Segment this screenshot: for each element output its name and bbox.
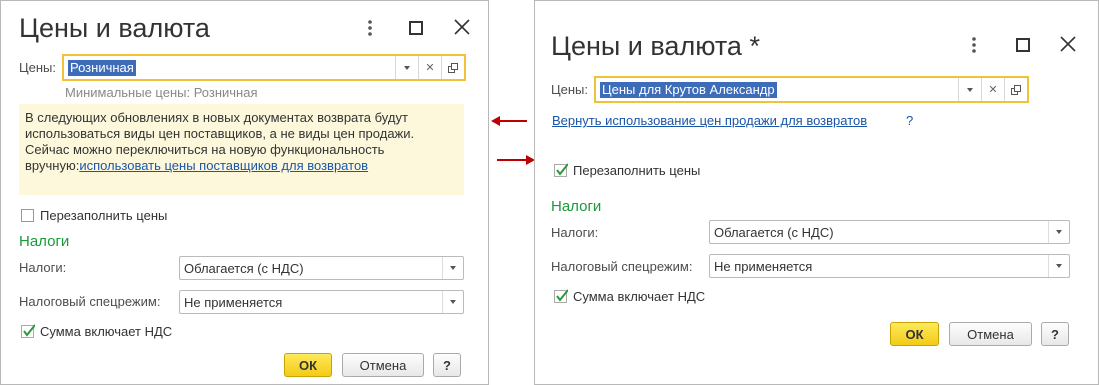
red-arrow-icon	[497, 155, 535, 165]
close-icon[interactable]	[1057, 33, 1079, 55]
dialog-title: Цены и валюта *	[551, 31, 760, 61]
dialog-prices-currency-before: Цены и валюта Цены: Розничная ✕ Минималь…	[0, 0, 489, 385]
chevron-down-icon[interactable]	[442, 291, 463, 313]
open-form-icon[interactable]	[1004, 78, 1027, 101]
checkmark-icon	[556, 163, 568, 176]
chevron-down-icon[interactable]	[442, 257, 463, 279]
taxes-section-title: Налоги	[19, 233, 70, 250]
tax-regime-label: Налоговый спецрежим:	[551, 259, 693, 274]
tax-regime-select[interactable]: Не применяется	[709, 254, 1070, 278]
more-vertical-icon[interactable]	[963, 34, 985, 56]
checkbox-box[interactable]	[554, 163, 568, 177]
checkmark-icon	[23, 324, 35, 337]
tax-regime-value: Не применяется	[184, 294, 283, 310]
chevron-down-icon[interactable]	[395, 56, 418, 79]
taxes-select[interactable]: Облагается (с НДС)	[179, 256, 464, 280]
refill-prices-checkbox[interactable]: Перезаполнить цены	[21, 208, 167, 223]
open-form-icon[interactable]	[441, 56, 464, 79]
cancel-button[interactable]: Отмена	[949, 322, 1032, 346]
tax-regime-label: Налоговый спецрежим:	[19, 294, 161, 309]
use-supplier-prices-link[interactable]: использовать цены поставщиков для возвра…	[79, 158, 368, 173]
prices-field[interactable]: Цены для Крутов Александр ✕	[594, 76, 1029, 103]
prices-label: Цены:	[551, 82, 588, 97]
red-arrow-icon	[491, 116, 527, 126]
checkbox-box[interactable]	[554, 289, 568, 303]
taxes-value: Облагается (с НДС)	[714, 224, 834, 240]
return-help-link[interactable]: ?	[906, 113, 913, 128]
prices-value[interactable]: Цены для Крутов Александр	[596, 78, 958, 101]
vat-included-label: Сумма включает НДС	[573, 289, 706, 304]
chevron-down-icon[interactable]	[1048, 221, 1069, 243]
taxes-section-title: Налоги	[551, 198, 602, 215]
refill-prices-label: Перезаполнить цены	[40, 208, 168, 223]
restore-sales-prices-link[interactable]: Вернуть использование цен продажи для во…	[552, 113, 867, 128]
checkbox-box[interactable]	[21, 209, 34, 222]
chevron-down-icon[interactable]	[1048, 255, 1069, 277]
min-prices-hint: Минимальные цены: Розничная	[65, 85, 258, 100]
dialog-title: Цены и валюта	[19, 13, 210, 43]
tax-regime-select[interactable]: Не применяется	[179, 290, 464, 314]
vat-included-checkbox[interactable]: Сумма включает НДС	[554, 289, 705, 304]
vat-included-checkbox[interactable]: Сумма включает НДС	[21, 324, 172, 339]
notice-panel: В следующих обновлениях в новых документ…	[19, 104, 464, 195]
refill-prices-label: Перезаполнить цены	[573, 163, 701, 178]
maximize-icon[interactable]	[405, 17, 427, 39]
clear-icon[interactable]: ✕	[981, 78, 1004, 101]
cancel-button[interactable]: Отмена	[342, 353, 424, 377]
prices-label: Цены:	[19, 60, 56, 75]
prices-value[interactable]: Розничная	[64, 56, 395, 79]
more-vertical-icon[interactable]	[359, 17, 381, 39]
ok-button[interactable]: ОК	[890, 322, 939, 346]
tax-regime-value: Не применяется	[714, 258, 813, 274]
vat-included-label: Сумма включает НДС	[40, 324, 173, 339]
dialog-prices-currency-after: Цены и валюта * Цены: Цены для Крутов Ал…	[534, 0, 1099, 385]
checkbox-box[interactable]	[21, 324, 35, 338]
refill-prices-checkbox[interactable]: Перезаполнить цены	[554, 163, 700, 178]
help-button[interactable]: ?	[1041, 322, 1069, 346]
taxes-label: Налоги:	[551, 225, 599, 240]
chevron-down-icon[interactable]	[958, 78, 981, 101]
taxes-value: Облагается (с НДС)	[184, 260, 304, 276]
help-button[interactable]: ?	[433, 353, 461, 377]
ok-button[interactable]: ОК	[284, 353, 332, 377]
prices-field[interactable]: Розничная ✕	[62, 54, 466, 81]
taxes-label: Налоги:	[19, 260, 67, 275]
maximize-icon[interactable]	[1012, 34, 1034, 56]
close-icon[interactable]	[451, 16, 473, 38]
checkmark-icon	[556, 289, 568, 302]
clear-icon[interactable]: ✕	[418, 56, 441, 79]
taxes-select[interactable]: Облагается (с НДС)	[709, 220, 1070, 244]
